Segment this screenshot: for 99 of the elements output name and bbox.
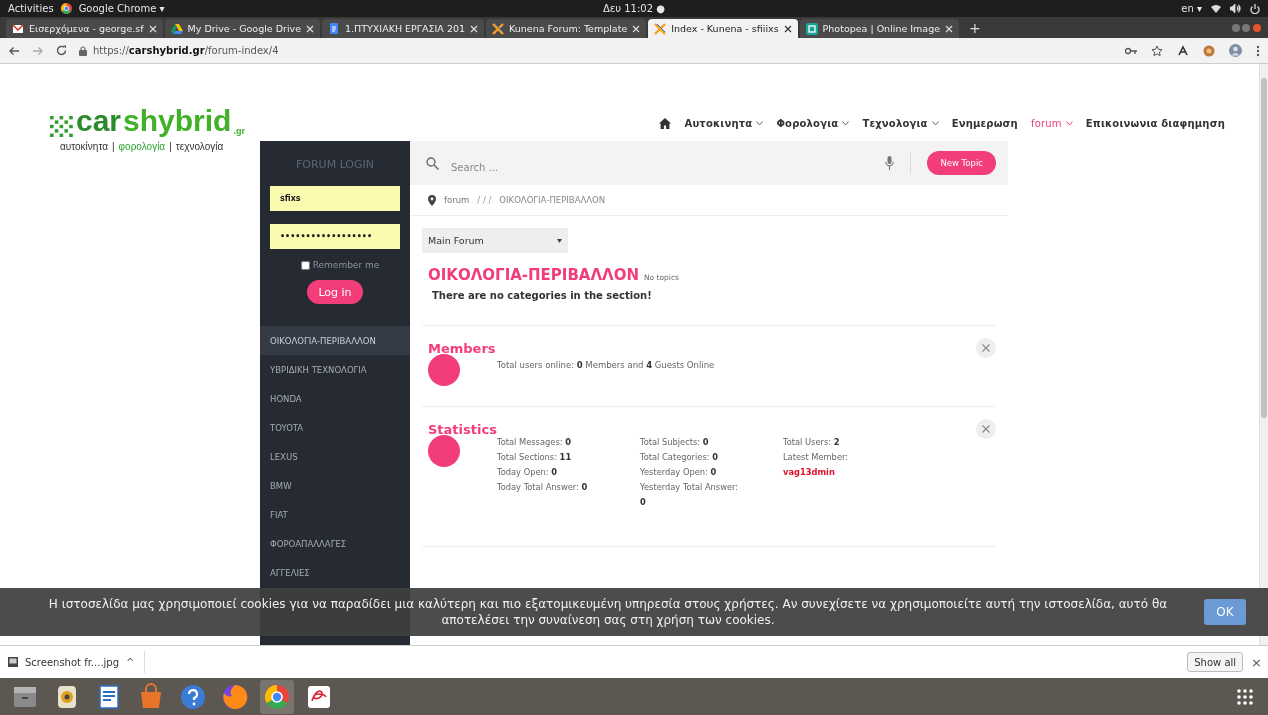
nav-link[interactable]: Τεχνολογια [862,118,939,129]
extension-icon[interactable] [1177,44,1189,57]
activities-button[interactable]: Activities [8,3,54,14]
avatar-icon[interactable] [1229,44,1242,57]
sidebar-item[interactable]: LEXUS [260,442,410,471]
cross-logo-icon [492,22,505,35]
chevron-down-icon [931,121,939,126]
username-field[interactable]: sfixs [270,186,400,211]
browser-tab[interactable]: My Drive - Google Drive [164,19,321,38]
microphone-icon[interactable] [885,156,895,170]
reload-icon[interactable] [56,45,67,56]
checker-icon [50,116,74,138]
section-title: Statistics [428,421,497,437]
location-pin-icon [428,194,436,206]
remember-checkbox[interactable] [300,260,310,270]
sidebar-item[interactable]: HONDA [260,384,410,413]
tagline-separator: | [112,141,115,152]
mail-icon [12,22,24,35]
statistic: Total Users: 2 [783,436,841,449]
remember-label: Remember me [312,260,380,270]
app-grid-icon[interactable] [1236,687,1254,706]
chevron-down-icon [842,121,850,126]
chevron-down-icon [1065,121,1073,126]
power-icon[interactable] [1250,3,1260,14]
tagline-word: αυτοκίνητα [60,141,108,152]
volume-icon[interactable] [1230,4,1241,13]
scrollbar[interactable] [1259,64,1268,645]
home-icon[interactable] [659,118,672,129]
sidebar-item[interactable]: ΦΟΡΟΑΠΑΛΛΑΓΕΣ [260,529,410,558]
breadcrumb-current: ΟΙΚΟΛΟΓΙΑ-ΠΕΡΙΒΑΛΛΟΝ [499,195,606,205]
login-button[interactable]: Log in [307,280,363,304]
statistic: Latest Member: vag13dmin [783,451,850,479]
help-icon[interactable] [179,682,207,711]
nav-link[interactable]: Αυτοκινητα [684,118,764,129]
nav-link[interactable]: Ενημερωση [951,118,1018,129]
document-icon [328,22,341,35]
image-editor-icon [805,22,818,35]
statistic: Total Messages: 0 [497,436,572,449]
clock[interactable]: Δευ 11:02 ● [603,3,665,14]
login-heading: FORUM LOGIN [295,158,375,173]
browser-tab[interactable]: Index - Kunena - sfiiixs [648,19,798,38]
download-item[interactable]: Screenshot fr....jpg ^ [8,651,146,673]
browser-tab[interactable]: Photopea | Online Image [799,19,960,38]
show-all-button[interactable]: Show all [1187,652,1244,672]
app-menu[interactable]: Google Chrome ▾ [78,3,165,14]
cookie-notice: Η ιστοσελίδα μας χρησιμοποιεί cookies για να παραδίδει μια καλύτερη και πιο εξατομικευμένη υπηρεσία στους χρήστες. Αν συνεχίσετε να χρησιμοποιείτε αυτή την ιστοσελίδα, αυτό θα αποτελέσει την συναίνεση σας στη χρήση των cookies. [47,596,1169,628]
dropdown-arrow-icon [557,238,562,243]
more-menu-icon[interactable] [1256,44,1260,57]
forum-title: ΟΙΚΟΛΟΓΙΑ-ΠΕΡΙΒΑΛΛΟΝ [428,266,639,284]
empty-message: There are no categories in the section! [422,290,996,326]
sidebar-item[interactable]: FIAT [260,500,410,529]
statistic: Today Total Answer: 0 [497,481,589,494]
statistic: Yesterday Open: 0 [640,466,718,479]
wifi-icon[interactable] [1211,4,1221,13]
breadcrumb-separator: / / / [477,195,492,205]
sidebar-item[interactable]: ΥΒΡΙΔΙΚΗ ΤΕΧΝΟΛΟΓΙΑ [260,355,410,384]
star-icon[interactable] [1151,44,1163,57]
sidebar-item[interactable]: ΟΙΚΟΛΟΓΙΑ-ΠΕΡΙΒΑΛΛΟΝ [260,326,410,355]
lock-icon [79,45,87,56]
close-button[interactable]: × [1251,654,1262,670]
language-menu[interactable]: en ▾ [1181,3,1202,14]
image-file-icon [8,657,18,667]
new-topic-button[interactable]: New Topic [927,151,996,175]
tagline-word: τεχνολογία [175,141,224,152]
sidebar-item[interactable]: BMW [260,471,410,500]
password-field[interactable]: •••••••••••••••••• [270,224,400,249]
nav-link[interactable]: Φορολογια [776,118,850,129]
nav-link[interactable]: forum [1030,118,1073,129]
online-summary: Total users online: 0 Members and 4 Guests Online [497,359,715,370]
browser-tab[interactable]: Εισερχόμενα - george.sf [6,19,163,38]
forum-dropdown[interactable]: Main Forum [422,228,568,253]
statistic: Yesterday Total Answer: 0 [640,481,740,509]
tagline-separator: | [169,141,172,152]
avatar-circle-icon [428,435,460,467]
sidebar-item[interactable]: TOYOTA [260,413,410,442]
breadcrumb-link[interactable]: forum [444,195,470,205]
sidebar-item[interactable]: ΑΓΓΕΛΙΕΣ [260,558,410,587]
back-icon[interactable] [8,45,20,56]
statistic: Total Subjects: 0 [640,436,710,449]
chevron-down-icon [756,121,764,126]
section-title: Members [428,340,496,356]
search-field[interactable]: Search ... [449,160,876,174]
statistic: Total Categories: 0 [640,451,719,464]
key-icon[interactable] [1125,46,1137,55]
cross-logo-icon [654,22,667,35]
drive-triangle-icon [170,22,183,35]
tagline-word: φορολογία [118,141,166,152]
browser-tab[interactable]: 1.ΠΤΥΧΙΑΚΗ ΕΡΓΑΣΙΑ 201 [322,19,485,38]
nav-link[interactable]: Επικοινωνια διαφημηση [1085,118,1225,129]
chrome-icon [60,3,72,14]
statistic: Today Open: 0 [497,466,558,479]
browser-tab[interactable]: Kunena Forum: Template [486,19,647,38]
search-icon [426,156,439,170]
close-icon[interactable] [783,24,792,33]
window-controls-icon[interactable] [1232,23,1262,33]
statistic: Total Sections: 11 [497,451,573,464]
chrome-icon[interactable] [263,682,291,711]
new-tab-button[interactable]: + [961,19,989,38]
avatar-circle-icon [428,354,460,386]
